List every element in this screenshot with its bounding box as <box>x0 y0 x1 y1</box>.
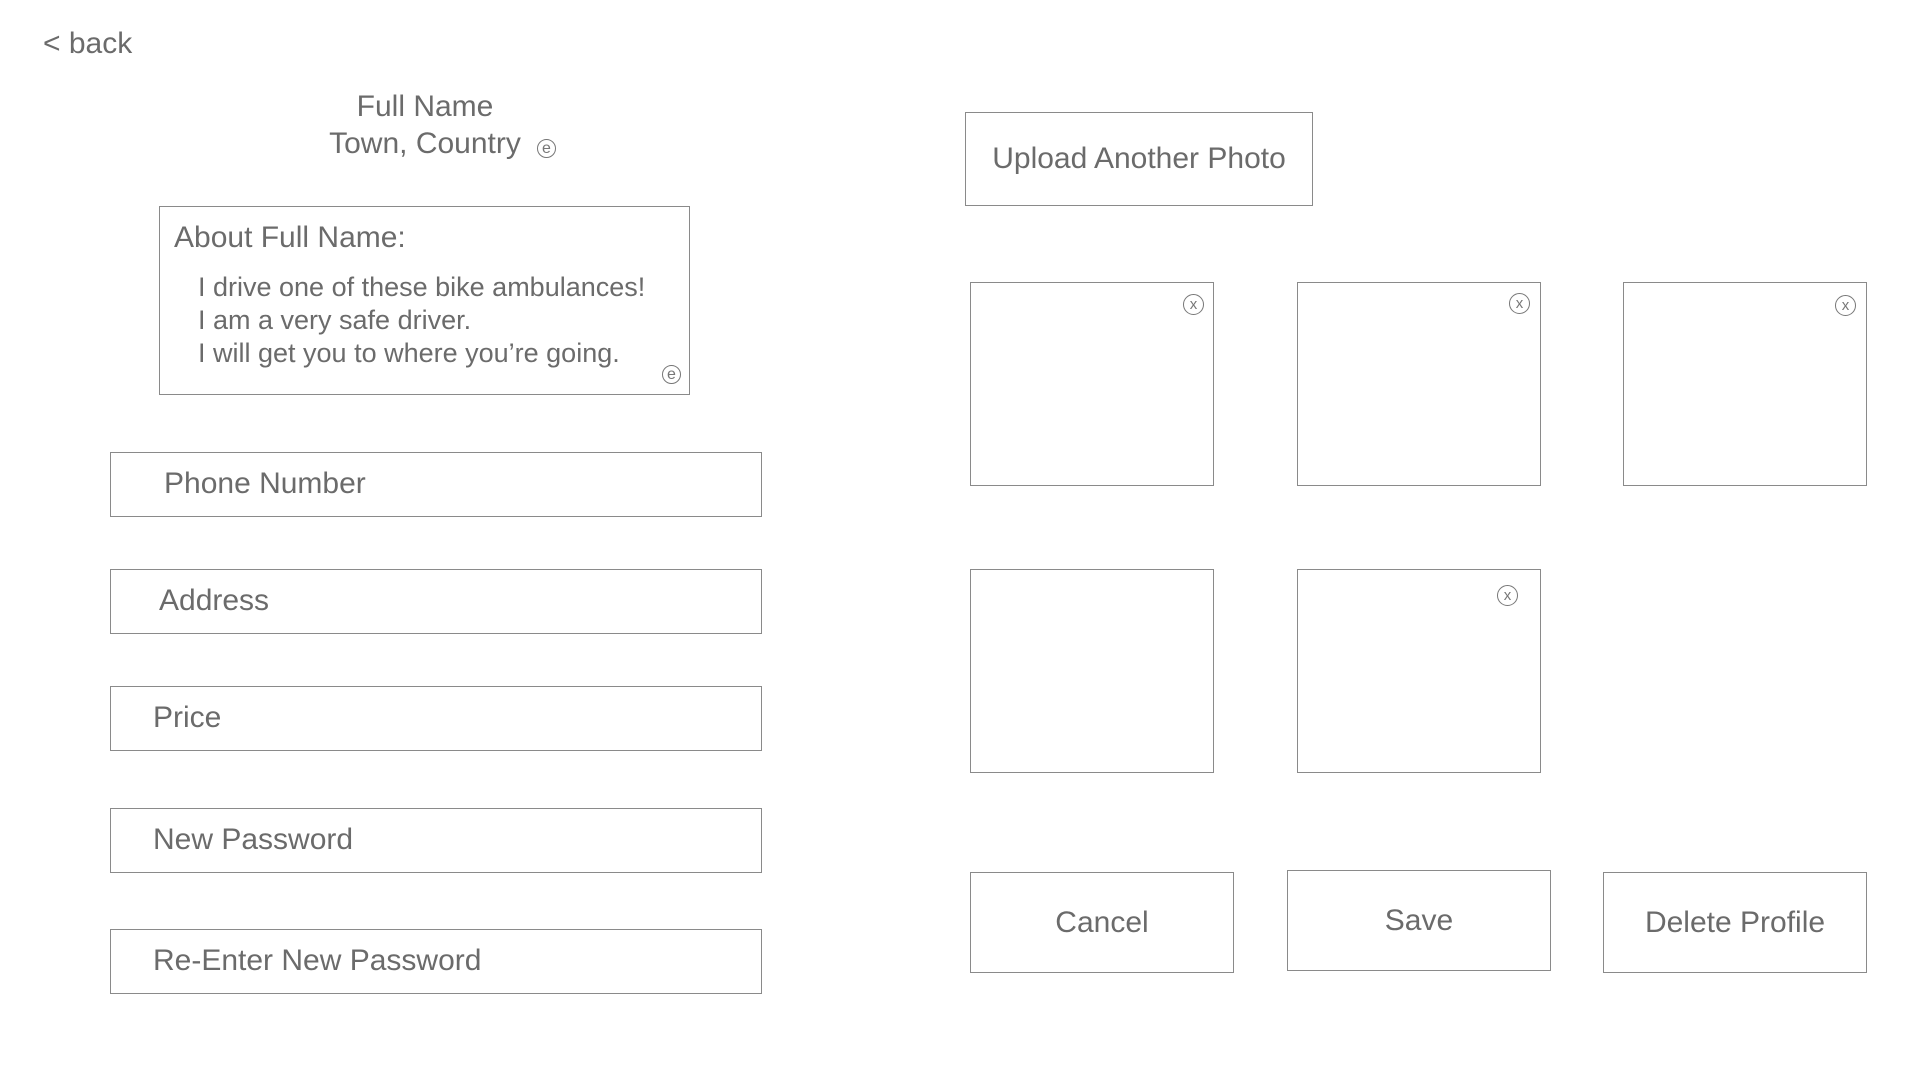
photo-slot[interactable] <box>970 569 1214 773</box>
profile-header: Full Name Town, Country <box>310 88 540 162</box>
back-link[interactable]: < back <box>43 27 132 61</box>
about-title: About Full Name: <box>174 221 406 254</box>
remove-photo-icon[interactable]: x <box>1497 585 1518 606</box>
profile-location: Town, Country <box>329 127 521 160</box>
cancel-button[interactable]: Cancel <box>970 872 1234 973</box>
delete-profile-button[interactable]: Delete Profile <box>1603 872 1867 973</box>
phone-number-field[interactable]: Phone Number <box>110 452 762 517</box>
about-box: About Full Name: I drive one of these bi… <box>159 206 690 395</box>
edit-location-icon[interactable]: e <box>537 139 556 158</box>
new-password-placeholder: New Password <box>153 823 354 856</box>
price-placeholder: Price <box>153 701 222 734</box>
upload-photo-button[interactable]: Upload Another Photo <box>965 112 1313 206</box>
save-button[interactable]: Save <box>1287 870 1551 971</box>
address-placeholder: Address <box>159 584 270 617</box>
photo-slot[interactable]: x <box>970 282 1214 486</box>
remove-photo-icon[interactable]: x <box>1509 293 1530 314</box>
about-text: I drive one of these bike ambulances! I … <box>198 271 645 370</box>
phone-number-placeholder: Phone Number <box>164 467 366 500</box>
address-field[interactable]: Address <box>110 569 762 634</box>
remove-photo-icon[interactable]: x <box>1183 294 1204 315</box>
about-line: I will get you to where you’re going. <box>198 338 620 368</box>
edit-about-icon[interactable]: e <box>662 365 681 384</box>
profile-name: Full Name <box>356 90 494 123</box>
about-line: I am a very safe driver. <box>198 305 472 335</box>
photo-slot[interactable]: x <box>1297 569 1541 773</box>
price-field[interactable]: Price <box>110 686 762 751</box>
reenter-password-field[interactable]: Re-Enter New Password <box>110 929 762 994</box>
photo-slot[interactable]: x <box>1297 282 1541 486</box>
reenter-password-placeholder: Re-Enter New Password <box>153 944 482 977</box>
photo-slot[interactable]: x <box>1623 282 1867 486</box>
remove-photo-icon[interactable]: x <box>1835 295 1856 316</box>
new-password-field[interactable]: New Password <box>110 808 762 873</box>
about-line: I drive one of these bike ambulances! <box>198 272 646 302</box>
